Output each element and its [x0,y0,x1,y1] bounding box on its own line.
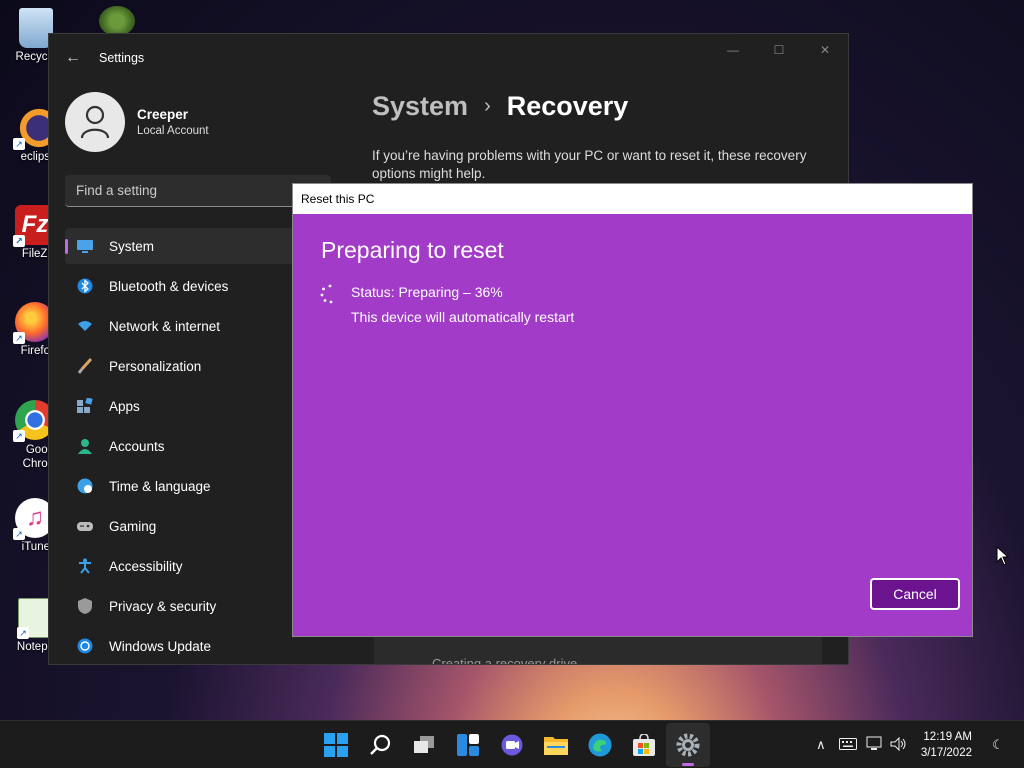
avatar [65,92,125,152]
cancel-button[interactable]: Cancel [870,578,960,610]
restart-note: This device will automatically restart [351,309,575,325]
sidebar-item-label: Accessibility [109,558,183,574]
sidebar-item-label: Personalization [109,358,202,374]
app-title: Settings [99,51,145,65]
update-icon [77,638,93,654]
bluetooth-icon [77,278,93,294]
user-profile[interactable]: Creeper Local Account [65,92,209,152]
file-explorer-icon[interactable] [534,721,578,768]
focus-assist-moon-icon[interactable]: ☾ [986,737,1010,753]
search-icon[interactable] [358,721,402,768]
user-name: Creeper [137,107,189,122]
sidebar-item-time-language[interactable]: Time & language [65,468,325,504]
sidebar-item-windows-update[interactable]: Windows Update [65,628,325,664]
store-icon[interactable] [622,721,666,768]
sidebar-item-gaming[interactable]: Gaming [65,508,325,544]
reset-status: Status: Preparing – 36% [351,284,503,300]
shield-icon [77,598,93,614]
sidebar-item-network[interactable]: Network & internet [65,308,325,344]
windows-start-icon[interactable] [314,721,358,768]
sidebar-item-label: Privacy & security [109,598,217,614]
chevron-right-icon: › [484,95,491,117]
taskbar-apps [314,721,710,768]
monitor-icon [77,238,93,254]
mouse-cursor-icon [996,546,1010,566]
sidebar-item-system[interactable]: System [65,228,325,264]
chat-icon[interactable] [490,721,534,768]
chevron-up-icon[interactable]: ∧ [809,737,833,753]
clock-time: 12:19 AM [923,731,972,743]
sidebar-item-label: Time & language [109,478,211,494]
plant-icon [99,6,135,36]
network-icon[interactable] [863,736,887,755]
loading-spinner-icon [320,284,333,304]
page-description: If you’re having problems with your PC o… [372,148,807,181]
sidebar-item-apps[interactable]: Apps [65,388,325,424]
keyboard-icon[interactable] [833,737,863,753]
person-icon [77,438,93,454]
sidebar-item-label: Bluetooth & devices [109,278,229,294]
breadcrumb-parent[interactable]: System [372,91,468,122]
back-arrow-icon[interactable]: ← [65,50,81,66]
accessibility-icon [77,558,93,574]
volume-icon[interactable] [887,736,911,755]
globe-clock-icon [77,478,93,494]
sidebar-item-personalization[interactable]: Personalization [65,348,325,384]
desktop-icon-plant[interactable] [82,6,152,36]
breadcrumb: System › Recovery [372,91,628,122]
sidebar-item-label: Windows Update [109,638,212,654]
sidebar-item-label: Network & internet [109,318,221,334]
dialog-heading: Preparing to reset [321,237,504,263]
close-button[interactable]: ✕ [802,34,848,66]
edge-icon[interactable] [578,721,622,768]
widgets-icon[interactable] [446,721,490,768]
minimize-button[interactable]: — [710,34,756,66]
account-type: Local Account [137,125,209,137]
dialog-title: Reset this PC [293,184,972,214]
recovery-drive-link[interactable]: Creating a recovery drive [374,634,822,664]
task-view-icon[interactable] [402,721,446,768]
system-tray: ∧ 12:19 AM 3/17/2022 ☾ [809,721,1024,768]
sidebar-item-accounts[interactable]: Accounts [65,428,325,464]
reset-pc-dialog: Reset this PC Preparing to reset Status:… [292,183,973,637]
gamepad-icon [77,518,93,534]
clock[interactable]: 12:19 AM 3/17/2022 [921,729,972,761]
sidebar-item-label: System [109,238,155,254]
page-title: Recovery [506,91,629,121]
wifi-icon [77,318,93,334]
window-controls: — ☐ ✕ [710,34,848,66]
maximize-button[interactable]: ☐ [756,34,802,66]
sidebar-item-privacy-security[interactable]: Privacy & security [65,588,325,624]
person-icon [80,105,110,139]
sidebar-item-bluetooth[interactable]: Bluetooth & devices [65,268,325,304]
settings-gear-icon[interactable] [666,723,710,767]
sidebar-item-accessibility[interactable]: Accessibility [65,548,325,584]
sidebar-item-label: Apps [109,398,140,414]
sidebar-nav: System Bluetooth & devices Network & int… [65,228,325,664]
sidebar-item-label: Accounts [109,438,165,454]
sidebar-item-label: Gaming [109,518,157,534]
taskbar: ∧ 12:19 AM 3/17/2022 ☾ [0,720,1024,768]
clock-date: 3/17/2022 [920,747,972,759]
brush-icon [77,357,93,374]
apps-icon [77,397,93,414]
notepad-plus-plus-icon: ↗ [17,598,52,639]
dialog-body: Preparing to reset Status: Preparing – 3… [293,214,972,636]
